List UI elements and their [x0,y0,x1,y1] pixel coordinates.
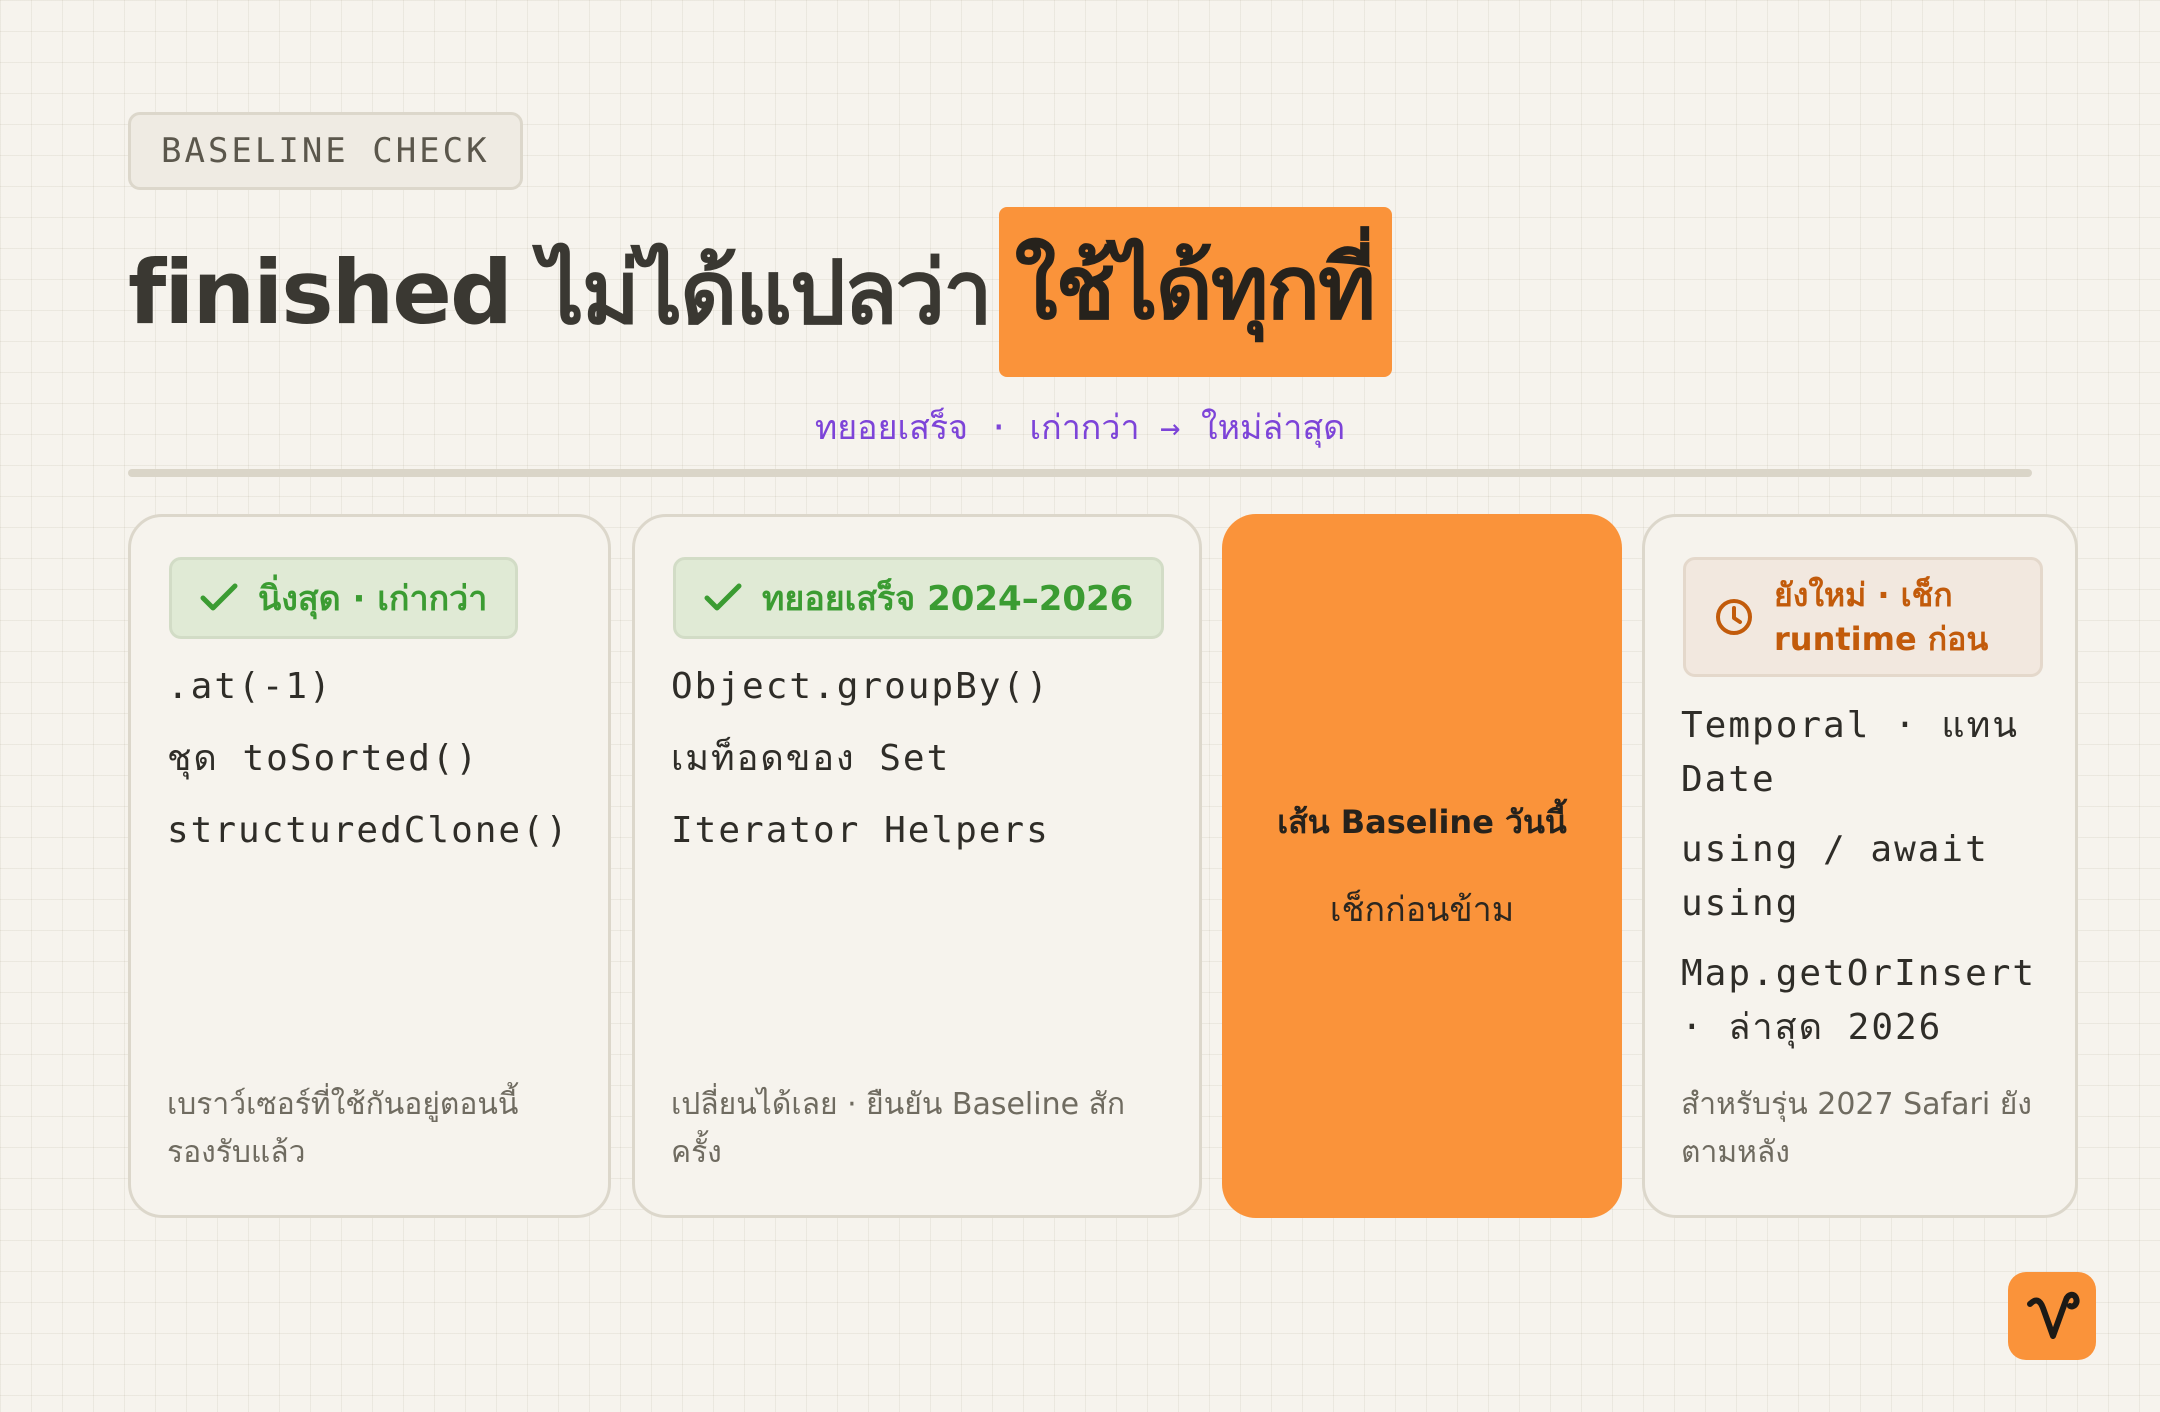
card-note: สำหรับรุ่น 2027 Safari ยังตามหลัง [1681,1087,2032,1170]
feature-list: .at(-1) ชุด toSorted() structuredClone() [167,665,584,881]
check-icon [200,583,238,611]
badge-label: ทยอยเสร็จ 2024–2026 [762,579,1134,619]
brand-logo-icon [2008,1272,2096,1360]
list-item: Map.getOrInsert · ล่าสุด 2026 [1681,953,2037,1048]
list-item: using / await using [1681,829,1989,924]
clock-icon [1716,599,1752,635]
list-item: structuredClone() [167,810,570,851]
card-note: เบราว์เซอร์ที่ใช้กันอยู่ตอนนี้รองรับแล้ว [167,1087,519,1170]
divider [128,469,2032,477]
list-item: .at(-1) [167,666,333,707]
title-main: finished ไม่ได้แปลว่า [128,241,993,344]
list-item: Object.groupBy() [671,666,1050,707]
baseline-title: เส้น Baseline วันนี้ [1277,802,1567,841]
status-badge: ยังใหม่ · เช็ก runtime ก่อน [1683,557,2043,677]
card-rolling-out: ทยอยเสร็จ 2024–2026 Object.groupBy() เมท… [632,514,1202,1218]
card-newest: ยังใหม่ · เช็ก runtime ก่อน Temporal · แ… [1642,514,2078,1218]
status-badge: ทยอยเสร็จ 2024–2026 [673,557,1165,639]
card-stable: นิ่งสุด · เก่ากว่า .at(-1) ชุด toSorted(… [128,514,611,1218]
page-title: finished ไม่ได้แปลว่า ใช้ได้ทุกที่ [128,207,1393,377]
baseline-subtitle: เช็กก่อนข้าม [1329,889,1515,930]
legend-caption: ทยอยเสร็จ · เก่ากว่า → ใหม่ล่าสุด [814,408,1346,448]
feature-list: Temporal · แทน Date using / await using … [1681,699,2055,1071]
list-item: เมท็อดของ Set [671,738,951,779]
feature-list: Object.groupBy() เมท็อดของ Set Iterator … [671,665,1175,881]
title-highlight: ใช้ได้ทุกที่ [998,207,1393,377]
card-note: เปลี่ยนได้เลย · ยืนยัน Baseline สักครั้ง [671,1087,1126,1170]
baseline-line-card: เส้น Baseline วันนี้ เช็กก่อนข้าม [1222,514,1622,1218]
list-item: Iterator Helpers [671,810,1050,851]
badge-label: ยังใหม่ · เช็ก runtime ก่อน [1774,576,1989,658]
list-item: Temporal · แทน Date [1681,705,2019,800]
badge-label: นิ่งสุด · เก่ากว่า [258,579,488,619]
list-item: ชุด toSorted() [167,738,480,779]
eyebrow-tag: BASELINE CHECK [128,112,523,190]
status-badge: นิ่งสุด · เก่ากว่า [169,557,519,639]
check-icon [704,583,742,611]
